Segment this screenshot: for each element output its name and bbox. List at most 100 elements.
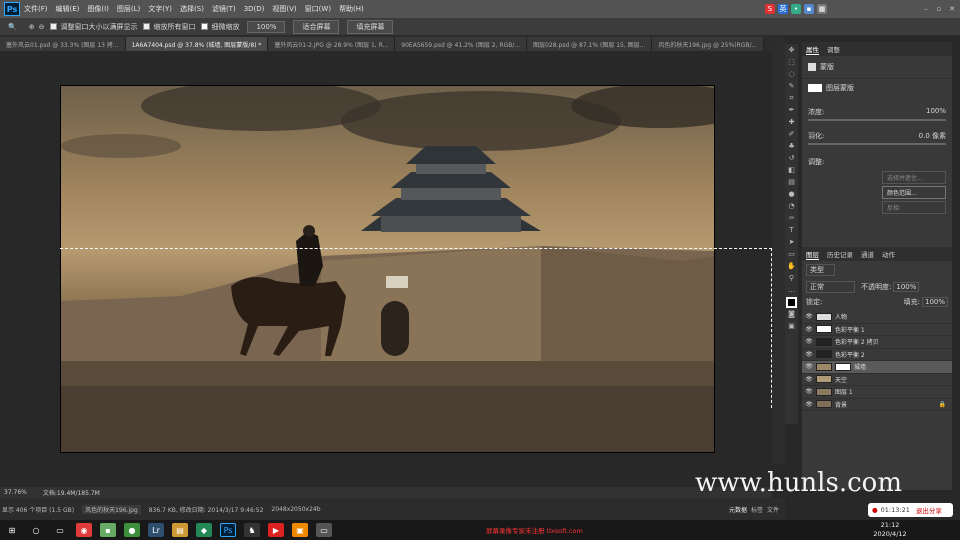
healing-tool-icon[interactable]: ✚: [786, 117, 797, 128]
zoom-readout[interactable]: 37.76%: [4, 489, 27, 496]
eye-icon[interactable]: 👁: [805, 351, 813, 358]
color-swatch-icon[interactable]: [786, 297, 797, 308]
more-tools-icon[interactable]: …: [786, 285, 797, 296]
minimize-icon[interactable]: –: [921, 4, 931, 14]
app-icon[interactable]: ▭: [316, 523, 332, 537]
document-image[interactable]: [60, 85, 715, 453]
eye-icon[interactable]: 👁: [805, 376, 813, 383]
maximize-icon[interactable]: ▫: [934, 4, 944, 14]
tab-actions[interactable]: 动作: [882, 249, 895, 259]
tab-layers[interactable]: 图层: [806, 249, 819, 260]
eye-icon[interactable]: 👁: [805, 326, 813, 333]
app-icon[interactable]: ♞: [244, 523, 260, 537]
browser-icon[interactable]: ●: [124, 523, 140, 537]
marquee-tool-icon[interactable]: ⬚: [786, 57, 797, 68]
density-value[interactable]: 100%: [926, 107, 946, 117]
tab-history[interactable]: 历史记录: [827, 249, 853, 259]
tab-keywords[interactable]: 标签: [751, 505, 763, 514]
eye-icon[interactable]: 👁: [805, 363, 813, 370]
keyboard-icon[interactable]: ▪: [804, 4, 814, 14]
zoom-tool-icon[interactable]: ⚲: [786, 273, 797, 284]
app-icon[interactable]: ▶: [268, 523, 284, 537]
eye-icon[interactable]: 👁: [805, 401, 813, 408]
color-range-button[interactable]: 颜色范围...: [882, 186, 946, 199]
stamp-tool-icon[interactable]: ♣: [786, 141, 797, 152]
taskbar-clock[interactable]: 21:12 2020/4/12: [870, 521, 910, 539]
search-icon[interactable]: ○: [28, 523, 44, 537]
layer-row[interactable]: 👁 图层 1: [802, 386, 952, 399]
blur-tool-icon[interactable]: ●: [786, 189, 797, 200]
pen-tool-icon[interactable]: ✑: [786, 213, 797, 224]
layer-row[interactable]: 👁 色彩平衡 1: [802, 324, 952, 336]
select-and-mask-button[interactable]: 选择并遮住...: [882, 171, 946, 184]
menu-image[interactable]: 图像(I): [87, 4, 109, 14]
doc-tab-active[interactable]: 1A6A7404.psd @ 37.8% (城墙, 图层蒙版/8) *: [125, 37, 269, 51]
path-select-icon[interactable]: ➤: [786, 237, 797, 248]
fit-screen-button[interactable]: 适合屏幕: [293, 19, 340, 34]
shape-tool-icon[interactable]: ▭: [786, 249, 797, 260]
eyedropper-tool-icon[interactable]: ✒: [786, 105, 797, 116]
close-icon[interactable]: ✕: [947, 4, 957, 14]
zoom-tool-icon[interactable]: 🔍: [8, 23, 17, 31]
zoom-in-icon[interactable]: ⊕: [29, 23, 35, 31]
fill-screen-button[interactable]: 填充屏幕: [347, 19, 394, 34]
windows-start-icon[interactable]: ⊞: [4, 523, 20, 537]
fill-input[interactable]: 100%: [921, 297, 948, 307]
dodge-tool-icon[interactable]: ◔: [786, 201, 797, 212]
hand-tool-icon[interactable]: ✋: [786, 261, 797, 272]
layer-kind-filter[interactable]: 类型: [806, 264, 835, 276]
app-icon[interactable]: ◆: [196, 523, 212, 537]
menu-edit[interactable]: 编辑(E): [56, 4, 80, 14]
task-view-icon[interactable]: ▭: [52, 523, 68, 537]
lightroom-icon[interactable]: Lr: [148, 523, 164, 537]
layer-row[interactable]: 👁 人物: [802, 311, 952, 324]
stop-share-button[interactable]: 退出分享: [916, 505, 942, 515]
menu-view[interactable]: 视图(V): [272, 4, 296, 14]
tab-properties[interactable]: 属性: [806, 44, 819, 55]
menu-filter[interactable]: 滤镜(T): [212, 4, 236, 14]
bridge-file[interactable]: 风色的秋天196.jpg: [82, 504, 141, 514]
folder-icon[interactable]: ▤: [172, 523, 188, 537]
mic-icon[interactable]: •: [791, 4, 801, 14]
feather-value[interactable]: 0.0 像素: [919, 131, 946, 141]
doc-tab[interactable]: 90EA5659.psd @ 41.2% (图层 2, RGB/...: [395, 37, 528, 51]
opacity-input[interactable]: 100%: [893, 282, 920, 292]
photoshop-task-icon[interactable]: Ps: [220, 523, 236, 537]
tab-metadata[interactable]: 元数据: [729, 505, 747, 514]
type-tool-icon[interactable]: T: [786, 225, 797, 236]
ime-icon[interactable]: 英: [778, 4, 788, 14]
layer-row[interactable]: 👁 色彩平衡 2 拷贝: [802, 336, 952, 349]
layer-row-selected[interactable]: 👁 城墙: [802, 361, 952, 374]
app-icon[interactable]: ◉: [76, 523, 92, 537]
history-brush-icon[interactable]: ↺: [786, 153, 797, 164]
invert-button[interactable]: 反相: [882, 201, 946, 214]
doc-tab[interactable]: 风色的秋天196.jpg @ 25%(RGB/...: [652, 37, 765, 51]
layer-row[interactable]: 👁 色彩平衡 2: [802, 349, 952, 361]
zoom-out-icon[interactable]: ⊖: [39, 23, 45, 31]
eye-icon[interactable]: 👁: [805, 313, 813, 320]
sogou-icon[interactable]: S: [765, 4, 775, 14]
tab-adjustments[interactable]: 调整: [827, 44, 840, 54]
menu-3d[interactable]: 3D(D): [244, 5, 265, 13]
lasso-tool-icon[interactable]: ◌: [786, 69, 797, 80]
menu-select[interactable]: 选择(S): [180, 4, 204, 14]
scrubby-checkbox[interactable]: [201, 23, 209, 30]
move-tool-icon[interactable]: ✥: [786, 45, 797, 56]
layer-row[interactable]: 👁 背景 🔒: [802, 399, 952, 411]
gradient-tool-icon[interactable]: ▤: [786, 177, 797, 188]
tab-file[interactable]: 文件: [767, 505, 779, 514]
grid-icon[interactable]: ▦: [817, 4, 827, 14]
menu-type[interactable]: 文字(Y): [148, 4, 172, 14]
menu-window[interactable]: 窗口(W): [305, 4, 331, 14]
doc-tab[interactable]: 塞外风云01.psd @ 33.3% (图层 13 拷...: [0, 37, 126, 51]
app-icon[interactable]: ▪: [100, 523, 116, 537]
eye-icon[interactable]: 👁: [805, 338, 813, 345]
quick-select-tool-icon[interactable]: ✎: [786, 81, 797, 92]
menu-help[interactable]: 帮助(H): [339, 4, 364, 14]
zoom-100-button[interactable]: 100%: [247, 20, 286, 33]
layer-row[interactable]: 👁 天空: [802, 374, 952, 386]
eraser-tool-icon[interactable]: ◧: [786, 165, 797, 176]
doc-tab[interactable]: 图层028.psd @ 87.1% (图层 15, 图层...: [527, 37, 653, 51]
crop-tool-icon[interactable]: ⌗: [786, 93, 797, 104]
screen-mode-icon[interactable]: ▣: [786, 321, 797, 332]
